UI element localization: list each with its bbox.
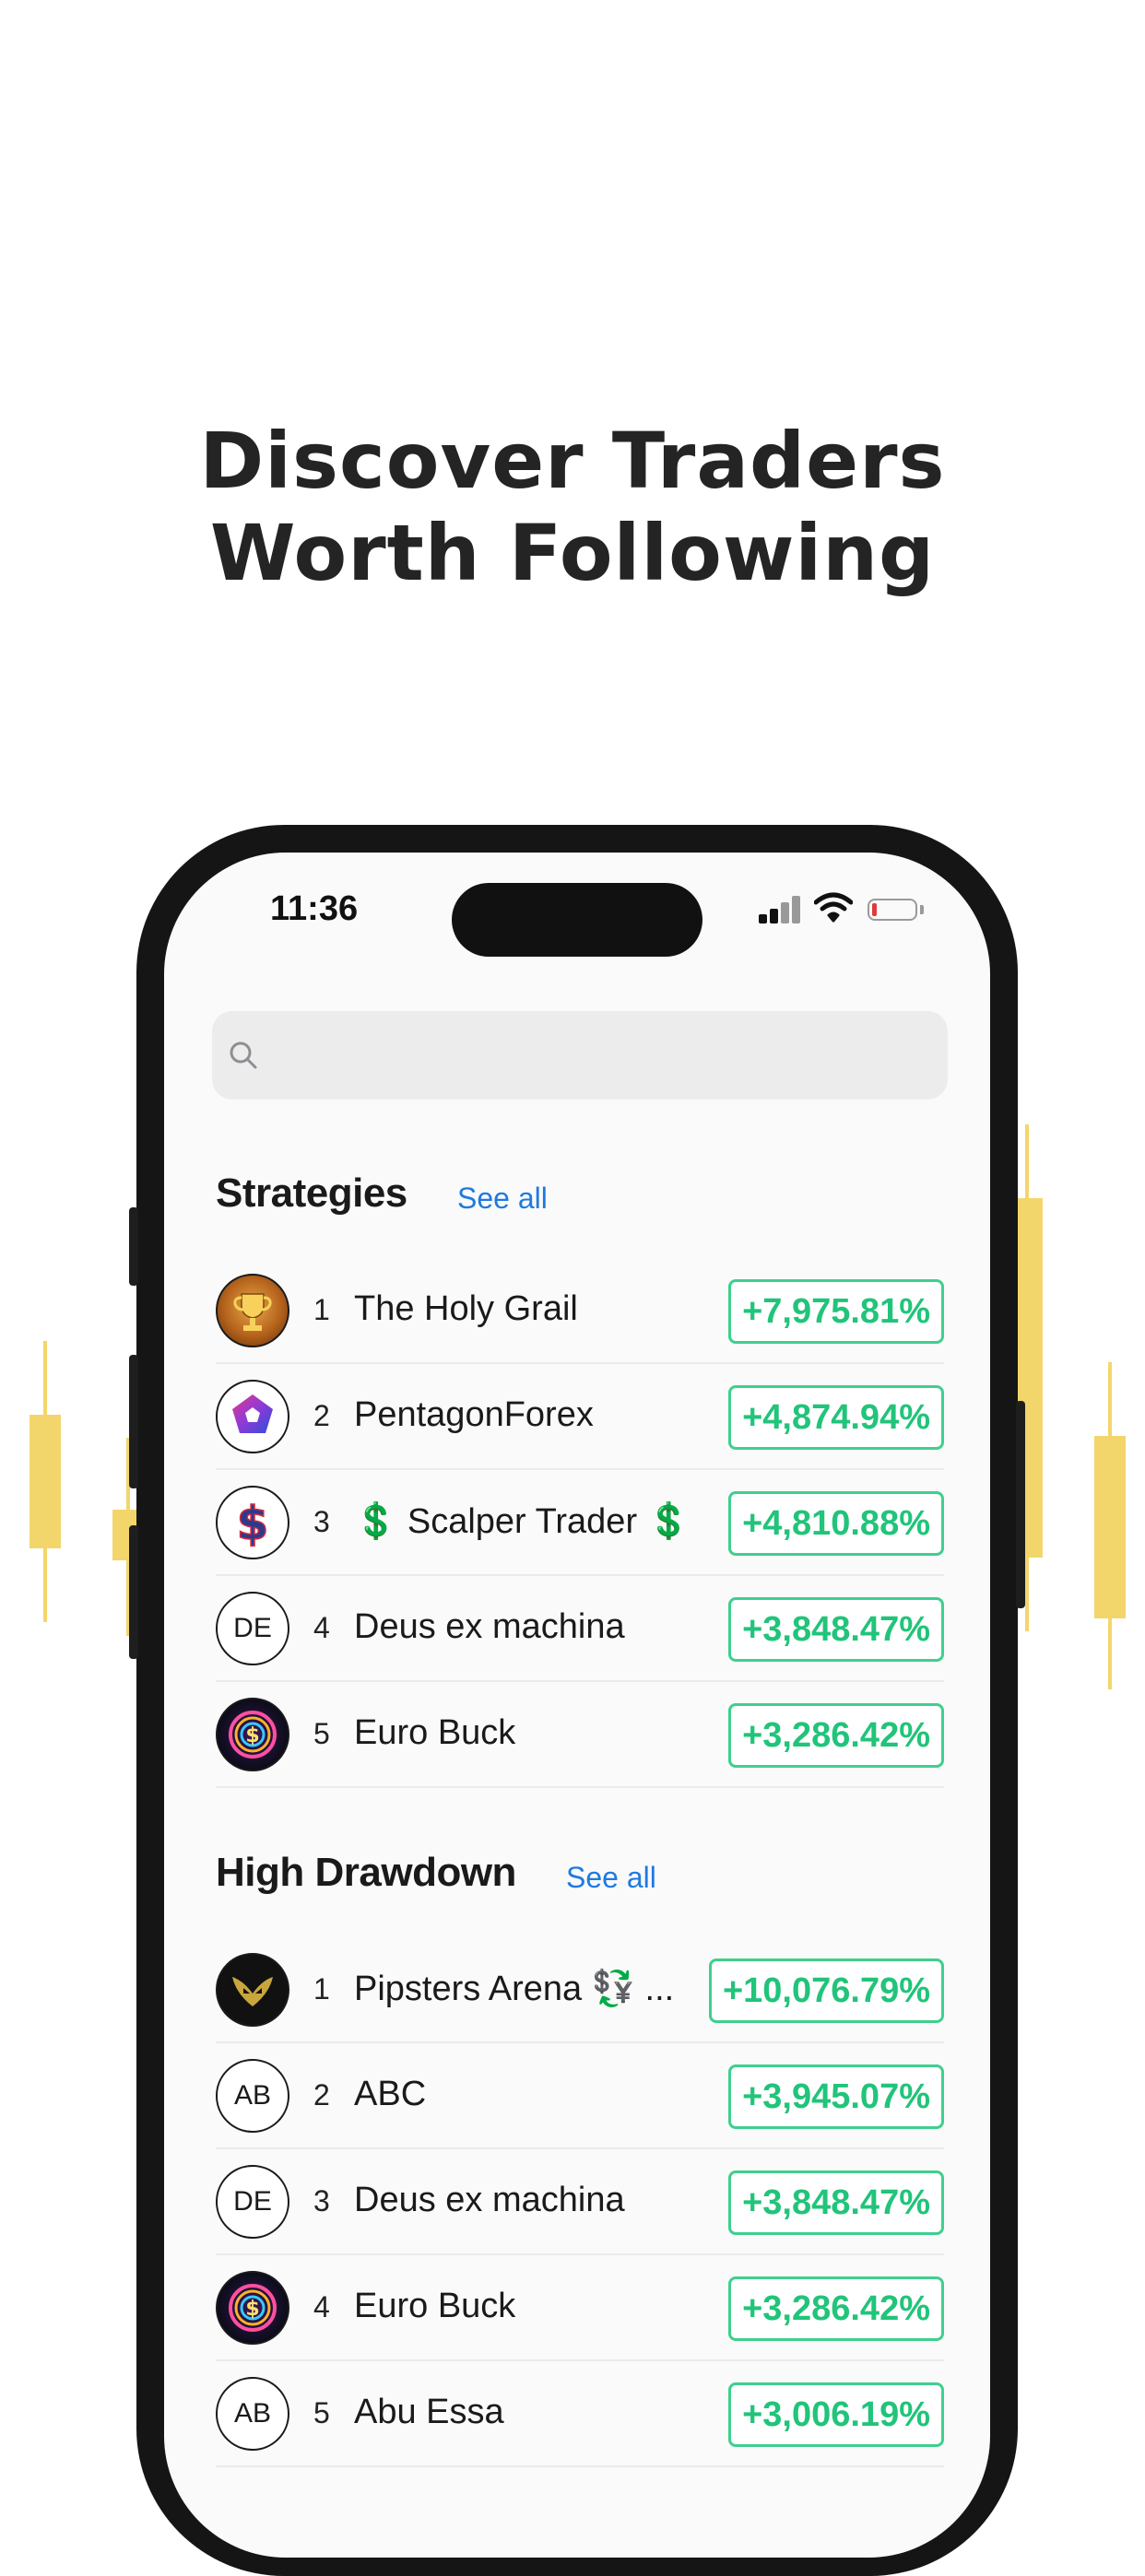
high-drawdown-section-title: High Drawdown — [216, 1850, 516, 1895]
strategy-row[interactable]: $ 5 Euro Buck +3,286.42% — [216, 1682, 944, 1788]
initials-avatar: DE — [216, 2165, 289, 2239]
strategy-rank: 5 — [313, 1717, 330, 1750]
phone-volume-down-button — [129, 1525, 138, 1659]
drawdown-rank: 3 — [313, 2184, 330, 2217]
strategy-row[interactable]: 1 The Holy Grail +7,975.81% — [216, 1258, 944, 1364]
phone-side-button — [129, 1207, 138, 1286]
strategy-gain-badge: +3,848.47% — [728, 1597, 944, 1662]
strategy-gain-badge: +3,286.42% — [728, 1703, 944, 1768]
search-bar[interactable] — [212, 1011, 948, 1100]
status-time: 11:36 — [270, 889, 359, 928]
high-drawdown-see-all-link[interactable]: See all — [566, 1861, 656, 1895]
drawdown-gain-badge: +10,076.79% — [708, 1958, 944, 2023]
strategy-name: 💲 Scalper Trader 💲 — [354, 1502, 691, 1541]
svg-text:$: $ — [237, 1497, 269, 1550]
drawdown-rank: 5 — [313, 2396, 330, 2429]
strategies-section-title: Strategies — [216, 1170, 407, 1216]
drawdown-name: Euro Buck — [354, 2287, 516, 2325]
strategy-name: PentagonForex — [354, 1395, 594, 1434]
neon-coin-avatar-icon: $ — [216, 2271, 289, 2345]
svg-text:$: $ — [245, 1724, 259, 1747]
strategy-rank: 1 — [313, 1293, 330, 1326]
strategy-name: Euro Buck — [354, 1713, 516, 1752]
drawdown-gain-badge: +3,286.42% — [728, 2276, 944, 2341]
drawdown-row[interactable]: DE 3 Deus ex machina +3,848.47% — [216, 2149, 944, 2255]
initials-avatar: AB — [216, 2059, 289, 2133]
search-input[interactable] — [271, 1028, 920, 1085]
headline: Discover Traders Worth Following — [0, 415, 1145, 599]
drawdown-gain-badge: +3,006.19% — [728, 2382, 944, 2447]
search-icon — [230, 1041, 257, 1069]
strategy-gain-badge: +7,975.81% — [728, 1279, 944, 1344]
strategy-row[interactable]: $ 3 💲 Scalper Trader 💲 +4,810.88% — [216, 1470, 944, 1576]
drawdown-row[interactable]: $ 4 Euro Buck +3,286.42% — [216, 2255, 944, 2361]
drawdown-rank: 4 — [313, 2290, 330, 2323]
strategy-rank: 2 — [313, 1399, 330, 1432]
phone-volume-up-button — [129, 1355, 138, 1488]
strategy-gain-badge: +4,874.94% — [728, 1385, 944, 1450]
drawdown-name: Deus ex machina — [354, 2181, 625, 2219]
strategy-gain-badge: +4,810.88% — [728, 1491, 944, 1556]
drawdown-name: Abu Essa — [354, 2393, 504, 2431]
drawdown-name: Pipsters Arena 💱 ... — [354, 1970, 675, 2008]
drawdown-row[interactable]: AB 5 Abu Essa +3,006.19% — [216, 2361, 944, 2467]
headline-line-1: Discover Traders — [199, 416, 946, 506]
phone-power-button — [1016, 1401, 1025, 1608]
phone-screen: 11:36 Strategies See all 1 The Holy Grai… — [164, 853, 990, 2558]
strategy-row[interactable]: 2 PentagonForex +4,874.94% — [216, 1364, 944, 1470]
initials-avatar: AB — [216, 2377, 289, 2451]
drawdown-gain-badge: +3,945.07% — [728, 2064, 944, 2129]
drawdown-name: ABC — [354, 2075, 427, 2113]
pentagon-avatar-icon — [216, 1380, 289, 1453]
dollar-sign-avatar-icon: $ — [216, 1486, 289, 1559]
neon-coin-avatar-icon: $ — [216, 1698, 289, 1771]
strategy-rank: 4 — [313, 1611, 330, 1644]
drawdown-rank: 1 — [313, 1972, 330, 2006]
svg-text:$: $ — [245, 2298, 259, 2321]
drawdown-gain-badge: +3,848.47% — [728, 2170, 944, 2235]
drawdown-row[interactable]: AB 2 ABC +3,945.07% — [216, 2043, 944, 2149]
initials-avatar: DE — [216, 1592, 289, 1665]
strategy-name: The Holy Grail — [354, 1289, 578, 1328]
strategy-rank: 3 — [313, 1505, 330, 1538]
strategies-see-all-link[interactable]: See all — [457, 1182, 548, 1216]
dynamic-island — [452, 883, 702, 957]
cellular-signal-icon — [759, 894, 803, 923]
strategy-row[interactable]: DE 4 Deus ex machina +3,848.47% — [216, 1576, 944, 1682]
drawdown-row[interactable]: 1 Pipsters Arena 💱 ... +10,076.79% — [216, 1937, 944, 2043]
trophy-avatar-icon — [216, 1274, 289, 1347]
wifi-icon — [814, 892, 853, 923]
headline-line-2: Worth Following — [209, 508, 936, 598]
strategy-name: Deus ex machina — [354, 1607, 625, 1646]
golden-mask-avatar-icon — [216, 1953, 289, 2027]
drawdown-rank: 2 — [313, 2078, 330, 2111]
